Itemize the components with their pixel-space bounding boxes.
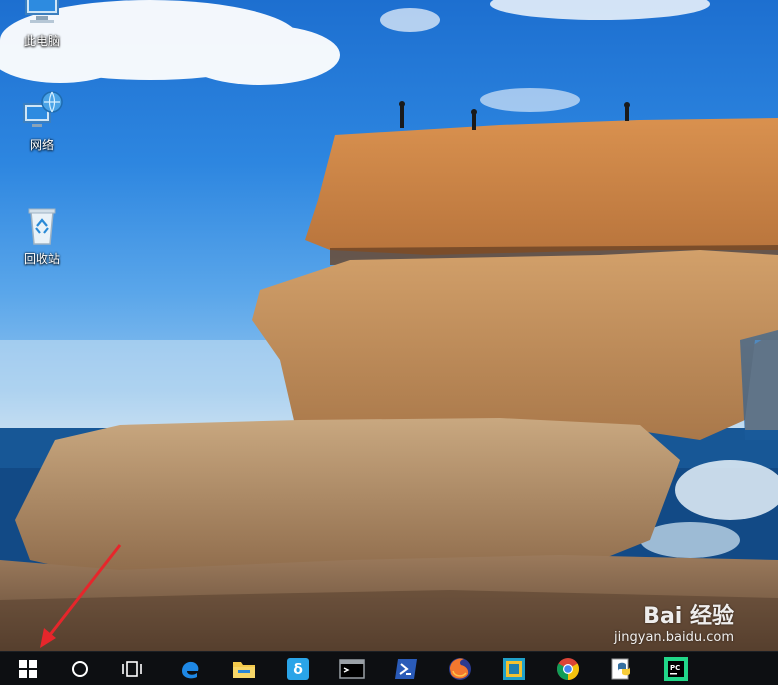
pycharm-taskbar-button[interactable]: PC — [656, 652, 696, 685]
command-prompt-icon — [339, 658, 365, 679]
baidu-jingyan-watermark: Bai 经验 jingyan.baidu.com — [614, 598, 734, 645]
chrome-icon — [557, 657, 579, 680]
app-tile-icon — [503, 657, 525, 680]
desktop-icon-network[interactable]: 网络 — [10, 90, 74, 153]
desktop: 此电脑 网络 回收站 Bai 经验 jingyan.baidu.com — [0, 0, 778, 651]
powershell-icon — [395, 658, 417, 679]
rock-arch-top — [305, 118, 778, 255]
desktop-icon-label: 此电脑 — [23, 34, 60, 48]
rock-cliff — [252, 250, 778, 440]
app-taskbar-button[interactable]: δ — [278, 652, 318, 685]
file-explorer-icon — [233, 661, 255, 678]
app-icon: δ — [287, 657, 309, 680]
network-icon — [20, 90, 64, 134]
firefox-taskbar-button[interactable] — [440, 652, 480, 685]
cortana-search-icon — [72, 660, 88, 677]
svg-text:δ: δ — [293, 662, 303, 678]
firefox-icon — [449, 657, 471, 680]
pycharm-icon: PC — [664, 656, 688, 681]
powershell-taskbar-button[interactable] — [386, 652, 426, 685]
wallpaper — [0, 0, 778, 651]
app-tile-taskbar-button[interactable] — [494, 652, 534, 685]
command-prompt-taskbar-button[interactable] — [332, 652, 372, 685]
edge-browser-icon — [182, 661, 199, 678]
python-icon — [611, 658, 630, 679]
windows-start-icon — [19, 659, 37, 678]
computer-icon — [20, 0, 64, 30]
taskbar: δ PC — [0, 651, 778, 685]
file-explorer-taskbar-button[interactable] — [224, 652, 264, 685]
cortana-search-button[interactable] — [60, 652, 100, 685]
desktop-icon-label: 网络 — [29, 138, 54, 152]
desktop-icon-recycle-bin[interactable]: 回收站 — [10, 204, 74, 267]
svg-text:PC: PC — [670, 664, 680, 672]
clouds — [0, 0, 710, 112]
python-taskbar-button[interactable] — [602, 652, 642, 685]
start-button[interactable] — [8, 652, 48, 685]
watermark-logo: Bai 经验 — [643, 604, 734, 629]
task-view-button[interactable] — [112, 652, 152, 685]
desktop-icon-this-pc[interactable]: 此电脑 — [10, 0, 74, 49]
watermark-url: jingyan.baidu.com — [614, 630, 734, 645]
chrome-taskbar-button[interactable] — [548, 652, 588, 685]
edge-taskbar-button[interactable] — [170, 652, 210, 685]
recycle-bin-icon — [20, 204, 64, 248]
desktop-icon-label: 回收站 — [23, 252, 60, 266]
task-view-icon — [122, 660, 142, 677]
